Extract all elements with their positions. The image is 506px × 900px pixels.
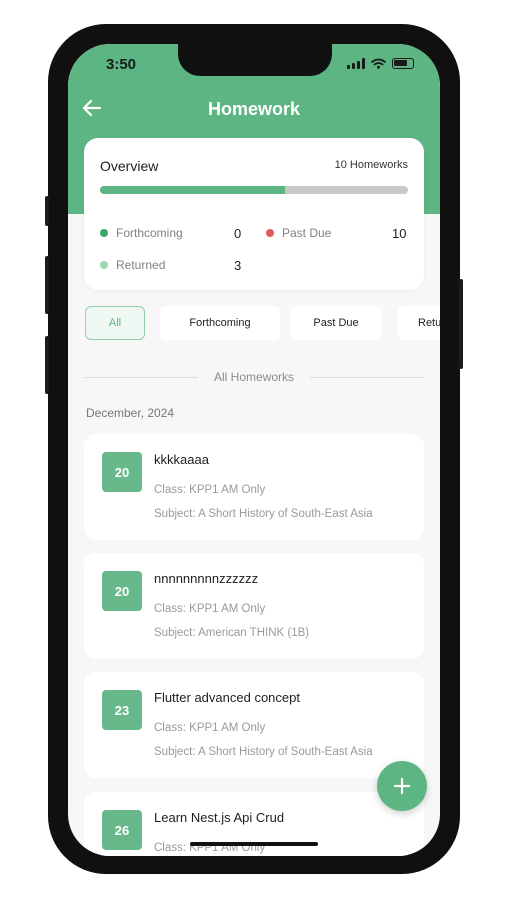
overview-progress-bar <box>100 186 408 194</box>
stat-past-due: Past Due <box>266 226 331 240</box>
overview-title: Overview <box>100 158 159 174</box>
homework-title: kkkkaaaa <box>154 452 209 467</box>
filter-past-due[interactable]: Past Due <box>290 306 382 340</box>
homework-card[interactable]: 20 kkkkaaaa Class: KPP1 AM Only Subject:… <box>84 434 424 540</box>
wifi-icon <box>371 58 386 69</box>
divider-line-right <box>310 377 424 378</box>
past-due-dot <box>266 229 274 237</box>
stat-value-returned: 3 <box>234 258 242 273</box>
filter-chips: All Forthcoming Past Due Retu <box>84 306 440 340</box>
date-badge: 26 <box>102 810 142 850</box>
stat-forthcoming: Forthcoming <box>100 226 183 240</box>
date-badge: 20 <box>102 571 142 611</box>
plus-icon <box>393 777 411 795</box>
month-label: December, 2024 <box>86 406 175 420</box>
homework-card[interactable]: 26 Learn Nest.js Api Crud Class: KPP1 AM… <box>84 792 424 856</box>
stat-value-forthcoming: 0 <box>234 226 242 241</box>
homework-class: Class: KPP1 AM Only <box>154 484 266 496</box>
returned-dot <box>100 261 108 269</box>
volume-down-button <box>45 336 49 394</box>
status-time: 3:50 <box>106 56 137 73</box>
volume-up-button <box>45 256 49 314</box>
filter-returned[interactable]: Retu <box>398 306 440 340</box>
stat-value-past-due: 10 <box>392 226 407 241</box>
camera-notch <box>178 44 332 76</box>
mute-switch <box>45 196 49 226</box>
home-indicator <box>190 842 318 846</box>
battery-icon <box>392 58 414 69</box>
homework-count: 10 Homeworks <box>334 159 408 171</box>
date-badge: 20 <box>102 452 142 492</box>
status-icons <box>347 58 414 69</box>
stat-label: Past Due <box>282 226 332 240</box>
stat-returned: Returned <box>100 258 165 272</box>
stat-label: Returned <box>116 258 166 272</box>
overview-card: Overview 10 Homeworks Forthcoming 0 Past… <box>84 138 424 290</box>
homework-subject: Subject: American THINK (1B) <box>154 627 310 639</box>
page-title: Homework <box>207 99 301 119</box>
filter-all[interactable]: All <box>85 306 145 340</box>
homework-class: Class: KPP1 AM Only <box>154 722 266 734</box>
power-button <box>459 279 463 369</box>
homework-class: Class: KPP1 AM Only <box>154 603 266 615</box>
progress-fill <box>100 186 285 194</box>
homework-title: Learn Nest.js Api Crud <box>154 810 285 825</box>
homework-subject: Subject: A Short History of South-East A… <box>154 508 373 520</box>
signal-icon <box>347 58 365 69</box>
filter-forthcoming[interactable]: Forthcoming <box>160 306 280 340</box>
date-badge: 23 <box>102 690 142 730</box>
homework-subject: Subject: A Short History of South-East A… <box>154 746 373 758</box>
stat-label: Forthcoming <box>116 226 183 240</box>
homework-card[interactable]: 23 Flutter advanced concept Class: KPP1 … <box>84 672 424 778</box>
homework-card[interactable]: 20 nnnnnnnnnzzzzzz Class: KPP1 AM Only S… <box>84 553 424 659</box>
forthcoming-dot <box>100 229 108 237</box>
app-screen: 3:50 Homework Overview 10 Homeworks Fort… <box>68 44 440 856</box>
add-homework-button[interactable] <box>377 761 427 811</box>
homework-title: nnnnnnnnnzzzzzz <box>154 571 259 586</box>
section-divider: All Homeworks <box>84 370 424 384</box>
homework-title: Flutter advanced concept <box>154 690 300 705</box>
